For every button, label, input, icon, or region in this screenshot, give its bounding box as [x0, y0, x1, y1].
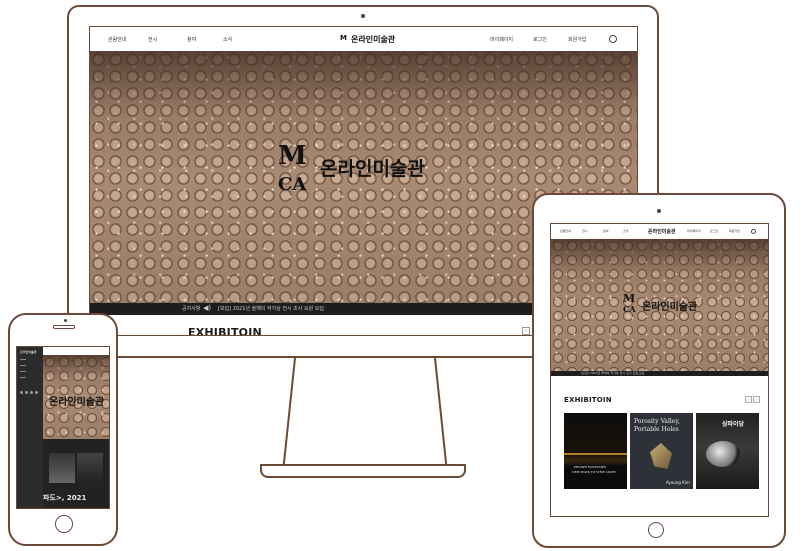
- nav-item-exhibition[interactable]: 전시: [148, 36, 157, 43]
- phone-speaker: [53, 325, 75, 329]
- tablet-header: 관람안내 전시 참여 소식 온라인미술관 마이페이지 로그인 회원가입: [551, 224, 768, 239]
- phone-screen: 온라인미술관 온라인미술관 파도>, 2021: [16, 346, 110, 509]
- exhibition-heading: EXHIBITOIN: [188, 326, 262, 336]
- phone-hero-image: 온라인미술관: [43, 355, 109, 439]
- tablet-home-button[interactable]: [648, 522, 664, 538]
- menu-item[interactable]: [20, 365, 26, 366]
- phone-thumb[interactable]: [49, 453, 75, 483]
- nav-item-participation[interactable]: 참여: [603, 229, 609, 233]
- next-arrow-icon[interactable]: ›: [753, 396, 760, 403]
- tablet-logo[interactable]: 온라인미술관: [648, 228, 676, 235]
- nav-item-login[interactable]: 로그인: [533, 36, 547, 43]
- poster-shape: [706, 441, 740, 467]
- poster-sculpture: [650, 443, 672, 469]
- poster-text: Portable Holes: [634, 426, 679, 433]
- exhibition-card[interactable]: 상파이당: [696, 413, 759, 489]
- nav-item-signup[interactable]: 회원가입: [568, 36, 586, 43]
- monitor-base: [260, 464, 466, 478]
- nav-item-news[interactable]: 소식: [623, 229, 629, 233]
- social-icon[interactable]: [20, 391, 23, 394]
- notice-label: 공지사항: [182, 306, 201, 312]
- notice-text[interactable]: [모집] 2021년 올해의 작가상 전시 조사 요원 모집: [581, 371, 645, 375]
- nav-item-participation[interactable]: 참여: [187, 36, 196, 43]
- monitor-camera: [361, 14, 365, 18]
- social-icon[interactable]: [35, 391, 38, 394]
- tablet-camera: [657, 209, 661, 213]
- hero-logo: M CA 온라인미술관: [278, 141, 478, 195]
- prev-arrow-icon[interactable]: ‹: [745, 396, 752, 403]
- monitor-stand-right-edge: [434, 358, 448, 466]
- tablet-exhibition-heading: EXHIBITOIN: [564, 396, 612, 404]
- phone-thumb[interactable]: [77, 453, 103, 483]
- site-header: 관람안내 전시 참여 소식 M 온라인미술관 마이페이지 로그인 회원가입: [90, 27, 637, 51]
- nav-item-guide[interactable]: 관람안내: [108, 36, 126, 43]
- menu-item[interactable]: [20, 377, 26, 378]
- exhibition-card[interactable]: Porosity Valley, Portable Holes Ayoung K…: [630, 413, 693, 489]
- social-icon[interactable]: [30, 391, 33, 394]
- prev-arrow-icon[interactable]: ‹: [522, 327, 530, 335]
- poster-text: Ayoung Kim: [666, 480, 690, 485]
- tablet-hero-image: M CA 온라인미술관: [551, 239, 768, 371]
- exhibition-card[interactable]: PROSPE FANTASIES NEW WAYS TO VIEW LIGHT: [564, 413, 627, 489]
- nav-item-mypage[interactable]: 마이페이지: [687, 229, 701, 233]
- speaker-icon[interactable]: ◀): [203, 304, 211, 313]
- nav-item-login[interactable]: 로그인: [710, 229, 718, 233]
- search-icon[interactable]: [751, 229, 756, 234]
- tablet-notice-ticker: [모집] 2021년 올해의 작가상 전시 조사 요원 모집: [551, 371, 768, 376]
- phone-home-button[interactable]: [55, 515, 73, 533]
- nav-item-news[interactable]: 소식: [223, 36, 232, 43]
- nav-item-exhibition[interactable]: 전시: [582, 229, 588, 233]
- phone-topbar: [43, 347, 109, 355]
- logo-mark-icon: M CA: [623, 292, 636, 314]
- tablet-screen: 관람안내 전시 참여 소식 온라인미술관 마이페이지 로그인 회원가입 M CA …: [550, 223, 769, 517]
- notice-text[interactable]: [모집] 2021년 올해의 작가상 전시 조사 요원 모집: [218, 305, 324, 312]
- nav-item-guide[interactable]: 관람안내: [560, 229, 571, 233]
- nav-item-signup[interactable]: 회원가입: [729, 229, 740, 233]
- social-icon[interactable]: [25, 391, 28, 394]
- hero-logo-text: 온라인미술관: [320, 158, 425, 180]
- nav-item-mypage[interactable]: 마이페이지: [490, 36, 513, 43]
- logo-mark-icon: M: [340, 34, 347, 42]
- logo-text: 온라인미술관: [351, 35, 396, 44]
- monitor-stand-left-edge: [282, 358, 296, 466]
- poster-text: PROSPE FANTASIES: [574, 465, 607, 469]
- phone-camera: [64, 319, 67, 322]
- phone-caption: 파도>, 2021: [43, 494, 87, 502]
- menu-item[interactable]: [20, 371, 26, 372]
- phone-logo[interactable]: 온라인미술관: [20, 350, 37, 354]
- logo-mark-icon: M CA: [278, 141, 307, 195]
- menu-item[interactable]: [20, 359, 26, 360]
- search-icon[interactable]: [609, 35, 617, 43]
- poster-text: 상파이당: [722, 421, 745, 428]
- monitor-stand: [296, 358, 436, 466]
- tablet-hero-logo-text: 온라인미술관: [642, 302, 698, 313]
- poster-text: NEW WAYS TO VIEW LIGHT: [572, 470, 617, 474]
- phone-menu-drawer: 온라인미술관: [17, 347, 43, 508]
- poster-text: Porosity Valley,: [634, 418, 680, 425]
- phone-hero-logo-text: 온라인미술관: [49, 397, 105, 408]
